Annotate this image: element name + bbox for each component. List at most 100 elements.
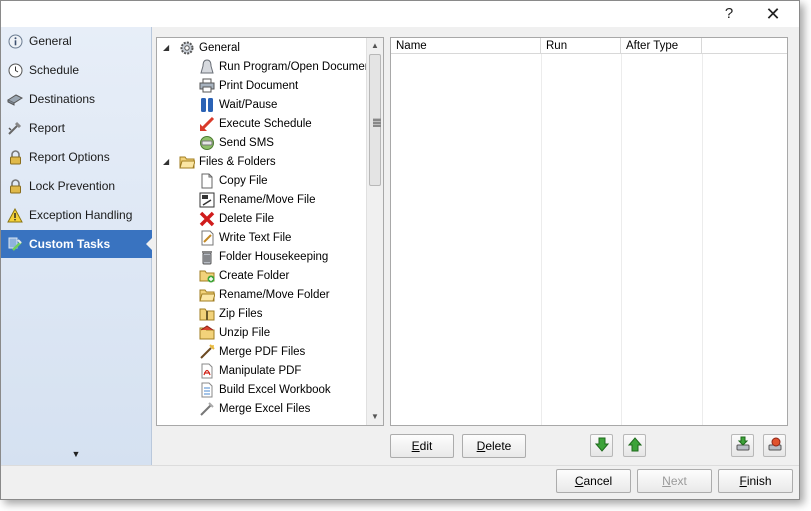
sidebar-item-label: Schedule — [29, 63, 80, 77]
sidebar-item-label: Report Options — [29, 150, 110, 164]
task-type-tree: ◢ General Run Program/Open Document Prin… — [156, 37, 384, 426]
sidebar-item-label: Custom Tasks — [29, 237, 111, 251]
tree-label: Print Document — [219, 79, 299, 92]
tree-item-merge-pdf-files[interactable]: Merge PDF Files — [199, 342, 305, 361]
column-header-extra[interactable] — [702, 38, 787, 54]
unzip-icon — [199, 325, 215, 341]
tree-item-write-text-file[interactable]: Write Text File — [199, 228, 291, 247]
sidebar-item-report-options[interactable]: Report Options — [1, 143, 152, 171]
tree-label: Send SMS — [219, 136, 274, 149]
tree-item-build-excel-workbook[interactable]: Build Excel Workbook — [199, 380, 331, 399]
write-text-icon — [199, 230, 215, 246]
sidebar-item-label: General — [29, 34, 72, 48]
tree-item-send-sms[interactable]: Send SMS — [199, 133, 274, 152]
tree-item-rename-move-folder[interactable]: Rename/Move Folder — [199, 285, 330, 304]
tree-label: General — [199, 41, 240, 54]
custom-tasks-icon — [7, 236, 23, 252]
sidebar-item-destinations[interactable]: Destinations — [1, 85, 152, 113]
expand-toggle-icon[interactable]: ◢ — [163, 157, 175, 166]
tree-label: Unzip File — [219, 326, 271, 339]
execute-icon — [199, 116, 215, 132]
finish-button[interactable]: Finish — [718, 469, 793, 493]
tree-label: Rename/Move Folder — [219, 288, 330, 301]
folder-icon — [179, 154, 195, 170]
scroll-thumb[interactable]: ▬ ▬ ▬ — [369, 54, 381, 186]
tree-item-copy-file[interactable]: Copy File — [199, 171, 268, 190]
button-label-post: ancel — [583, 474, 613, 488]
column-header-after-type[interactable]: After Type — [621, 38, 702, 54]
cancel-button[interactable]: Cancel — [556, 469, 631, 493]
title-bar: ? ✕ — [1, 1, 799, 27]
custom-tasks-grid[interactable]: Name Run After Type — [390, 37, 788, 426]
arrow-down-icon — [594, 437, 609, 455]
tree-scrollbar[interactable]: ▲ ▬ ▬ ▬ ▼ — [366, 38, 383, 425]
tree-label: Write Text File — [219, 231, 292, 244]
tree-label: Rename/Move File — [219, 193, 316, 206]
tree-item-create-folder[interactable]: Create Folder — [199, 266, 289, 285]
move-up-button[interactable] — [623, 434, 646, 457]
sidebar-item-schedule[interactable]: Schedule — [1, 56, 152, 84]
button-mnemonic: F — [739, 474, 747, 488]
tree-item-zip-files[interactable]: Zip Files — [199, 304, 262, 323]
pause-icon — [199, 97, 215, 113]
tree-item-print-document[interactable]: Print Document — [199, 76, 298, 95]
excel-icon — [199, 382, 215, 398]
tree-group-files-folders[interactable]: ◢ Files & Folders — [163, 152, 276, 171]
export-icon — [767, 436, 783, 455]
sidebar-item-exception-handling[interactable]: Exception Handling — [1, 201, 152, 229]
tree-label: Execute Schedule — [219, 117, 312, 130]
arrow-up-icon — [627, 436, 642, 455]
column-header-run[interactable]: Run — [541, 38, 621, 54]
tree-item-rename-move-file[interactable]: Rename/Move File — [199, 190, 316, 209]
sidebar-item-label: Report — [29, 121, 66, 135]
scroll-down-icon[interactable]: ▼ — [367, 409, 383, 425]
next-button[interactable]: Next — [637, 469, 712, 493]
tree-item-unzip-file[interactable]: Unzip File — [199, 323, 270, 342]
sidebar-item-report[interactable]: Report — [1, 114, 152, 142]
sidebar-item-custom-tasks[interactable]: Custom Tasks — [1, 230, 153, 258]
tree-item-merge-excel-files[interactable]: Merge Excel Files — [199, 399, 310, 418]
button-mnemonic: N — [662, 474, 671, 488]
zip-icon — [199, 306, 215, 322]
tree-label: Build Excel Workbook — [219, 383, 331, 396]
expand-toggle-icon[interactable]: ◢ — [163, 43, 175, 52]
gear-icon — [179, 40, 195, 56]
tree-label: Wait/Pause — [219, 98, 278, 111]
sidebar-scroll-down-icon[interactable]: ▼ — [71, 449, 81, 459]
tree-group-general[interactable]: ◢ General — [163, 38, 240, 57]
sidebar-item-general[interactable]: General — [1, 27, 152, 55]
close-button[interactable]: ✕ — [761, 4, 785, 24]
tree-item-delete-file[interactable]: Delete File — [199, 209, 274, 228]
sidebar-nav: General Schedule Destinations Report Rep… — [1, 27, 153, 465]
delete-button[interactable]: Delete — [462, 434, 526, 458]
delete-file-icon — [199, 211, 215, 227]
tree-item-folder-housekeeping[interactable]: Folder Housekeeping — [199, 247, 328, 266]
export-tasks-button[interactable] — [763, 434, 786, 457]
printer-icon — [199, 78, 215, 94]
edit-button[interactable]: Edit — [390, 434, 454, 458]
tree-label: Run Program/Open Document — [219, 60, 375, 73]
tree-item-wait-pause[interactable]: Wait/Pause — [199, 95, 277, 114]
create-folder-icon — [199, 268, 215, 284]
sidebar-item-label: Destinations — [29, 92, 96, 106]
sidebar-item-lock-prevention[interactable]: Lock Prevention — [1, 172, 152, 200]
tree-item-execute-schedule[interactable]: Execute Schedule — [199, 114, 312, 133]
tree-label: Merge PDF Files — [219, 345, 306, 358]
button-mnemonic: C — [574, 474, 584, 488]
sidebar-item-label: Lock Prevention — [29, 179, 116, 193]
dialog-window: ? ✕ General Schedule Destinations Report… — [0, 0, 800, 500]
rename-folder-icon — [199, 287, 215, 303]
column-header-name[interactable]: Name — [391, 38, 541, 54]
tree-item-manipulate-pdf[interactable]: Manipulate PDF — [199, 361, 301, 380]
tree-item-run-program[interactable]: Run Program/Open Document — [199, 57, 374, 76]
move-down-button[interactable] — [590, 434, 613, 457]
help-button[interactable]: ? — [717, 4, 741, 24]
column-divider — [702, 54, 703, 425]
run-program-icon — [199, 58, 215, 75]
pdf-icon — [199, 363, 215, 379]
sidebar-item-label: Exception Handling — [29, 208, 133, 222]
info-icon — [7, 33, 23, 49]
scroll-up-icon[interactable]: ▲ — [367, 38, 383, 54]
housekeeping-icon — [199, 249, 215, 265]
import-tasks-button[interactable] — [731, 434, 754, 457]
